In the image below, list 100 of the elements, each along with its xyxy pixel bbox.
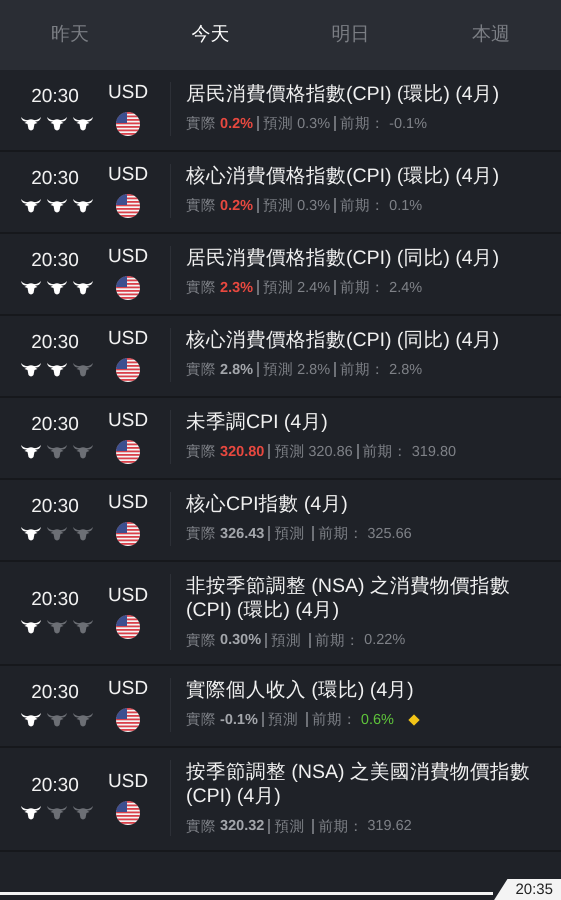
bull-icon [72,618,94,635]
tab[interactable]: 昨天 [0,21,140,49]
actual-value: -0.1% [220,712,258,728]
previous-value: 0.22% [364,632,406,648]
currency-code: USD [108,82,148,104]
actual-label: 實際 [186,361,216,380]
previous-value: 0.6% [360,712,394,728]
currency-code: USD [108,410,148,432]
previous-label: 前期： [362,443,408,462]
flag-icon [116,194,140,218]
previous-value: 325.66 [367,526,412,542]
forecast-label: 預測 [268,711,298,730]
forecast-label: 預測 [263,197,294,216]
bull-icon [72,444,94,460]
bull-icon [20,116,42,132]
flag-icon [116,358,140,382]
flag-icon [116,112,140,136]
event-title: 按季節調整 (NSA) 之美國消費物價指數 (CPI) (4月) [186,760,531,808]
forecast-label: 預測 [274,443,304,462]
currency-code: USD [108,246,148,268]
actual-label: 實際 [186,525,216,544]
event-time: 20:30 [31,496,79,518]
actual-value: 0.2% [220,116,254,132]
flag-icon [116,522,140,546]
previous-value: 319.80 [412,444,456,460]
previous-label: 前期： [315,632,360,650]
bull-icon [72,712,94,728]
forecast-value: 2.4% [297,280,330,296]
current-time-marker: 20:35 [493,879,561,900]
actual-label: 實際 [186,115,216,134]
bull-icon [72,280,94,296]
bull-icon [20,712,42,728]
bull-icon [46,804,68,821]
actual-label: 實際 [186,632,216,650]
actual-value: 2.8% [220,362,254,378]
bull-icon [72,362,94,378]
actual-label: 實際 [186,279,216,298]
previous-label: 前期： [340,115,386,134]
previous-value: 319.62 [367,818,412,834]
forecast-label: 預測 [271,632,302,650]
bull-icon [72,198,94,214]
currency-code: USD [108,164,148,186]
actual-value: 0.30% [220,632,262,648]
bull-icon [46,618,68,635]
previous-label: 前期： [318,525,364,544]
event-title: 居民消費價格指數(CPI) (環比) (4月) [186,82,500,106]
tab[interactable]: 本週 [420,21,561,49]
bull-icon [46,712,68,728]
event-time: 20:30 [31,86,79,108]
currency-code: USD [108,492,148,514]
actual-value: 2.3% [220,280,254,296]
tab[interactable]: 今天 [140,21,280,49]
event-title: 未季調CPI (4月) [186,410,329,434]
event-title: 核心消費價格指數(CPI) (同比) (4月) [186,328,500,352]
flag-icon [116,708,140,732]
forecast-value: 0.3% [297,116,330,132]
forecast-label: 預測 [274,818,304,836]
previous-label: 前期： [340,361,386,380]
previous-value: 2.8% [389,362,422,378]
bull-icon [20,444,42,460]
bull-icon [46,444,68,460]
event-time: 20:30 [31,774,79,797]
bull-icon [46,526,68,542]
forecast-label: 預測 [274,525,304,544]
currency-code: USD [108,584,148,607]
event-title: 居民消費價格指數(CPI) (同比) (4月) [186,246,500,270]
bull-icon [20,804,42,821]
bull-icon [46,280,68,296]
event-time: 20:30 [31,332,79,354]
flag-icon [116,276,140,300]
forecast-label: 預測 [263,361,294,380]
event-time: 20:30 [31,168,79,190]
tab[interactable]: 明日 [280,21,421,49]
currency-code: USD [108,678,148,700]
bull-icon [20,362,42,378]
event-title: 核心CPI指數 (4月) [186,492,349,516]
previous-label: 前期： [340,279,386,298]
bull-icon [72,804,94,821]
bull-icon [46,362,68,378]
flag-icon [116,440,140,464]
actual-label: 實際 [186,443,216,462]
forecast-value: 320.86 [308,444,353,460]
actual-label: 實際 [186,711,216,730]
forecast-value: 2.8% [297,362,330,378]
event-time: 20:30 [31,682,79,704]
previous-value: 0.1% [389,198,422,214]
actual-label: 實際 [186,818,216,836]
bull-icon [20,526,42,542]
event-title: 非按季節調整 (NSA) 之消費物價指數 (CPI) (環比) (4月) [186,574,511,623]
bull-icon [20,618,42,635]
bull-icon [20,198,42,214]
previous-value: 2.4% [389,280,422,296]
bull-icon [72,116,94,132]
event-time: 20:30 [31,250,79,272]
previous-label: 前期： [340,197,386,216]
previous-label: 前期： [318,818,364,836]
forecast-value: 0.3% [297,198,330,214]
bull-icon [20,280,42,296]
event-time: 20:30 [31,588,79,611]
actual-value: 0.2% [220,198,254,214]
